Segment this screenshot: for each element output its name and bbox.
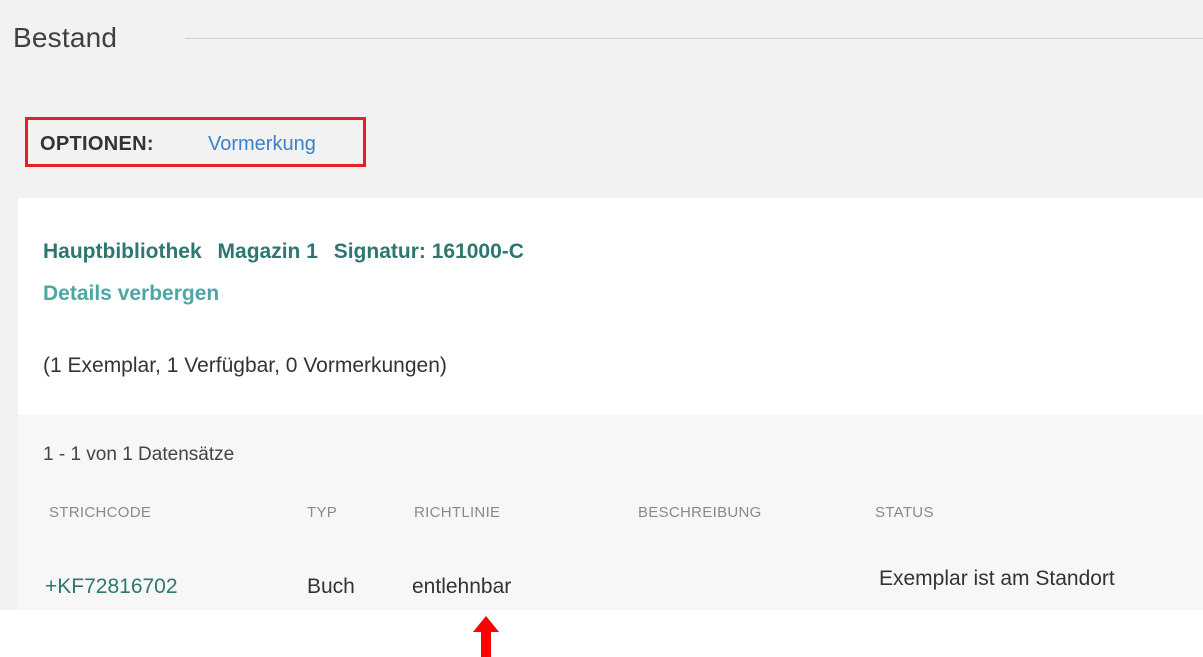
record-count: 1 - 1 von 1 Datensätze (43, 444, 235, 465)
holdings-panel: Bestand OPTIONEN: Vormerkung Hauptbiblio… (0, 0, 1203, 610)
item-policy: entlehnbar (412, 575, 512, 598)
request-link[interactable]: Vormerkung (208, 133, 316, 156)
options-label: OPTIONEN: (40, 133, 154, 155)
column-header-type: TYP (307, 504, 338, 521)
options-highlight-box: OPTIONEN: Vormerkung (25, 117, 366, 167)
hide-details-link[interactable]: Details verbergen (43, 282, 219, 306)
column-header-barcode: STRICHCODE (49, 504, 152, 521)
holding-card: Hauptbibliothek Magazin 1 Signatur: 1610… (18, 198, 1203, 415)
column-header-description: BESCHREIBUNG (638, 504, 762, 521)
call-number: Signatur: 161000-C (333, 240, 524, 263)
column-header-status: STATUS (875, 504, 934, 521)
column-header-policy: RICHTLINIE (414, 504, 501, 521)
section-divider (185, 38, 1203, 39)
holding-info: Hauptbibliothek Magazin 1 Signatur: 1610… (43, 240, 534, 264)
item-status: Exemplar ist am Standort (879, 567, 1115, 590)
location-name: Magazin 1 (217, 240, 318, 263)
availability-summary: (1 Exemplar, 1 Verfügbar, 0 Vormerkungen… (43, 354, 447, 377)
section-header: Bestand (13, 18, 1203, 62)
item-type: Buch (307, 575, 355, 598)
item-barcode: +KF72816702 (45, 575, 178, 598)
items-table: 1 - 1 von 1 Datensätze STRICHCODE TYP RI… (18, 415, 1203, 610)
arrow-up-icon (473, 616, 499, 657)
library-name: Hauptbibliothek (43, 240, 202, 263)
section-title: Bestand (13, 22, 118, 53)
